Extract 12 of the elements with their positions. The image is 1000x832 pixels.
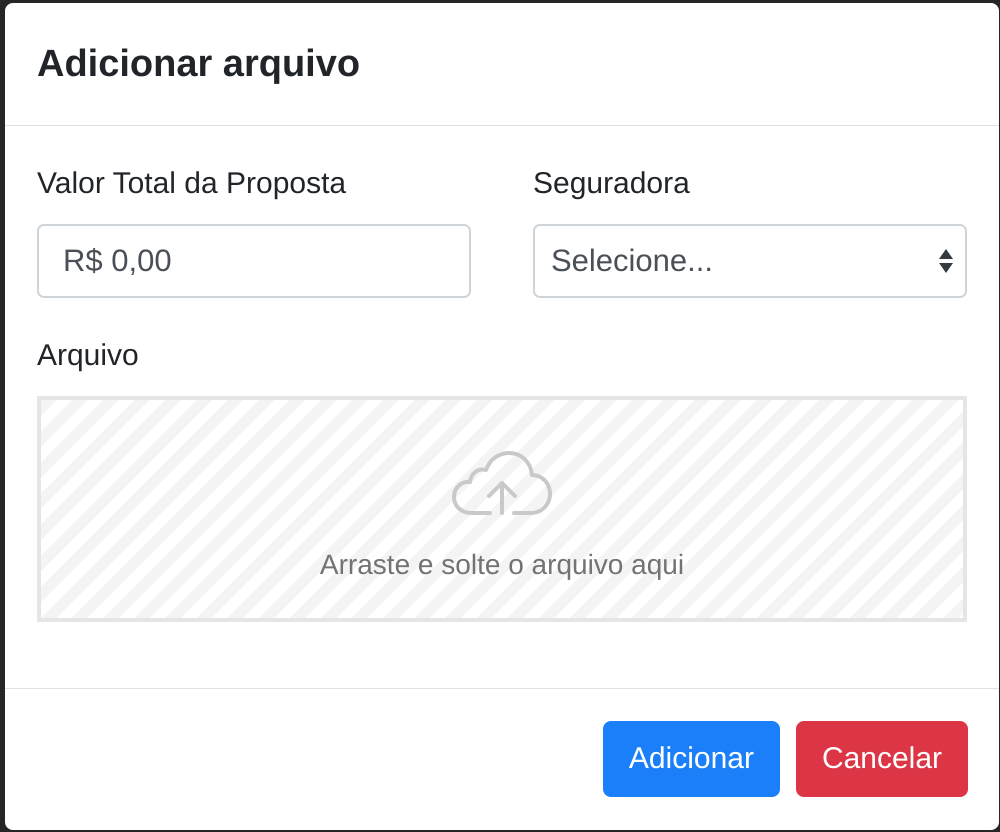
drop-zone[interactable]: Arraste e solte o arquivo aqui — [37, 396, 967, 622]
input-field[interactable]: R$ 0,00 — [37, 224, 471, 298]
field-label: Arquivo — [37, 338, 139, 374]
field-label: Seguradora — [533, 166, 690, 202]
field-label: Valor Total da Proposta — [37, 166, 346, 202]
drop-hint: Arraste e solte o arquivo aqui — [320, 548, 684, 582]
dialog-button[interactable]: Adicionar — [602, 721, 780, 797]
select-field[interactable]: Selecione... — [533, 224, 967, 298]
sort-arrows-icon — [939, 249, 953, 273]
dialog-button[interactable]: Cancelar — [796, 721, 968, 797]
dialog-title: Adicionar arquivo — [37, 42, 362, 87]
cloud-upload-icon — [452, 451, 552, 515]
